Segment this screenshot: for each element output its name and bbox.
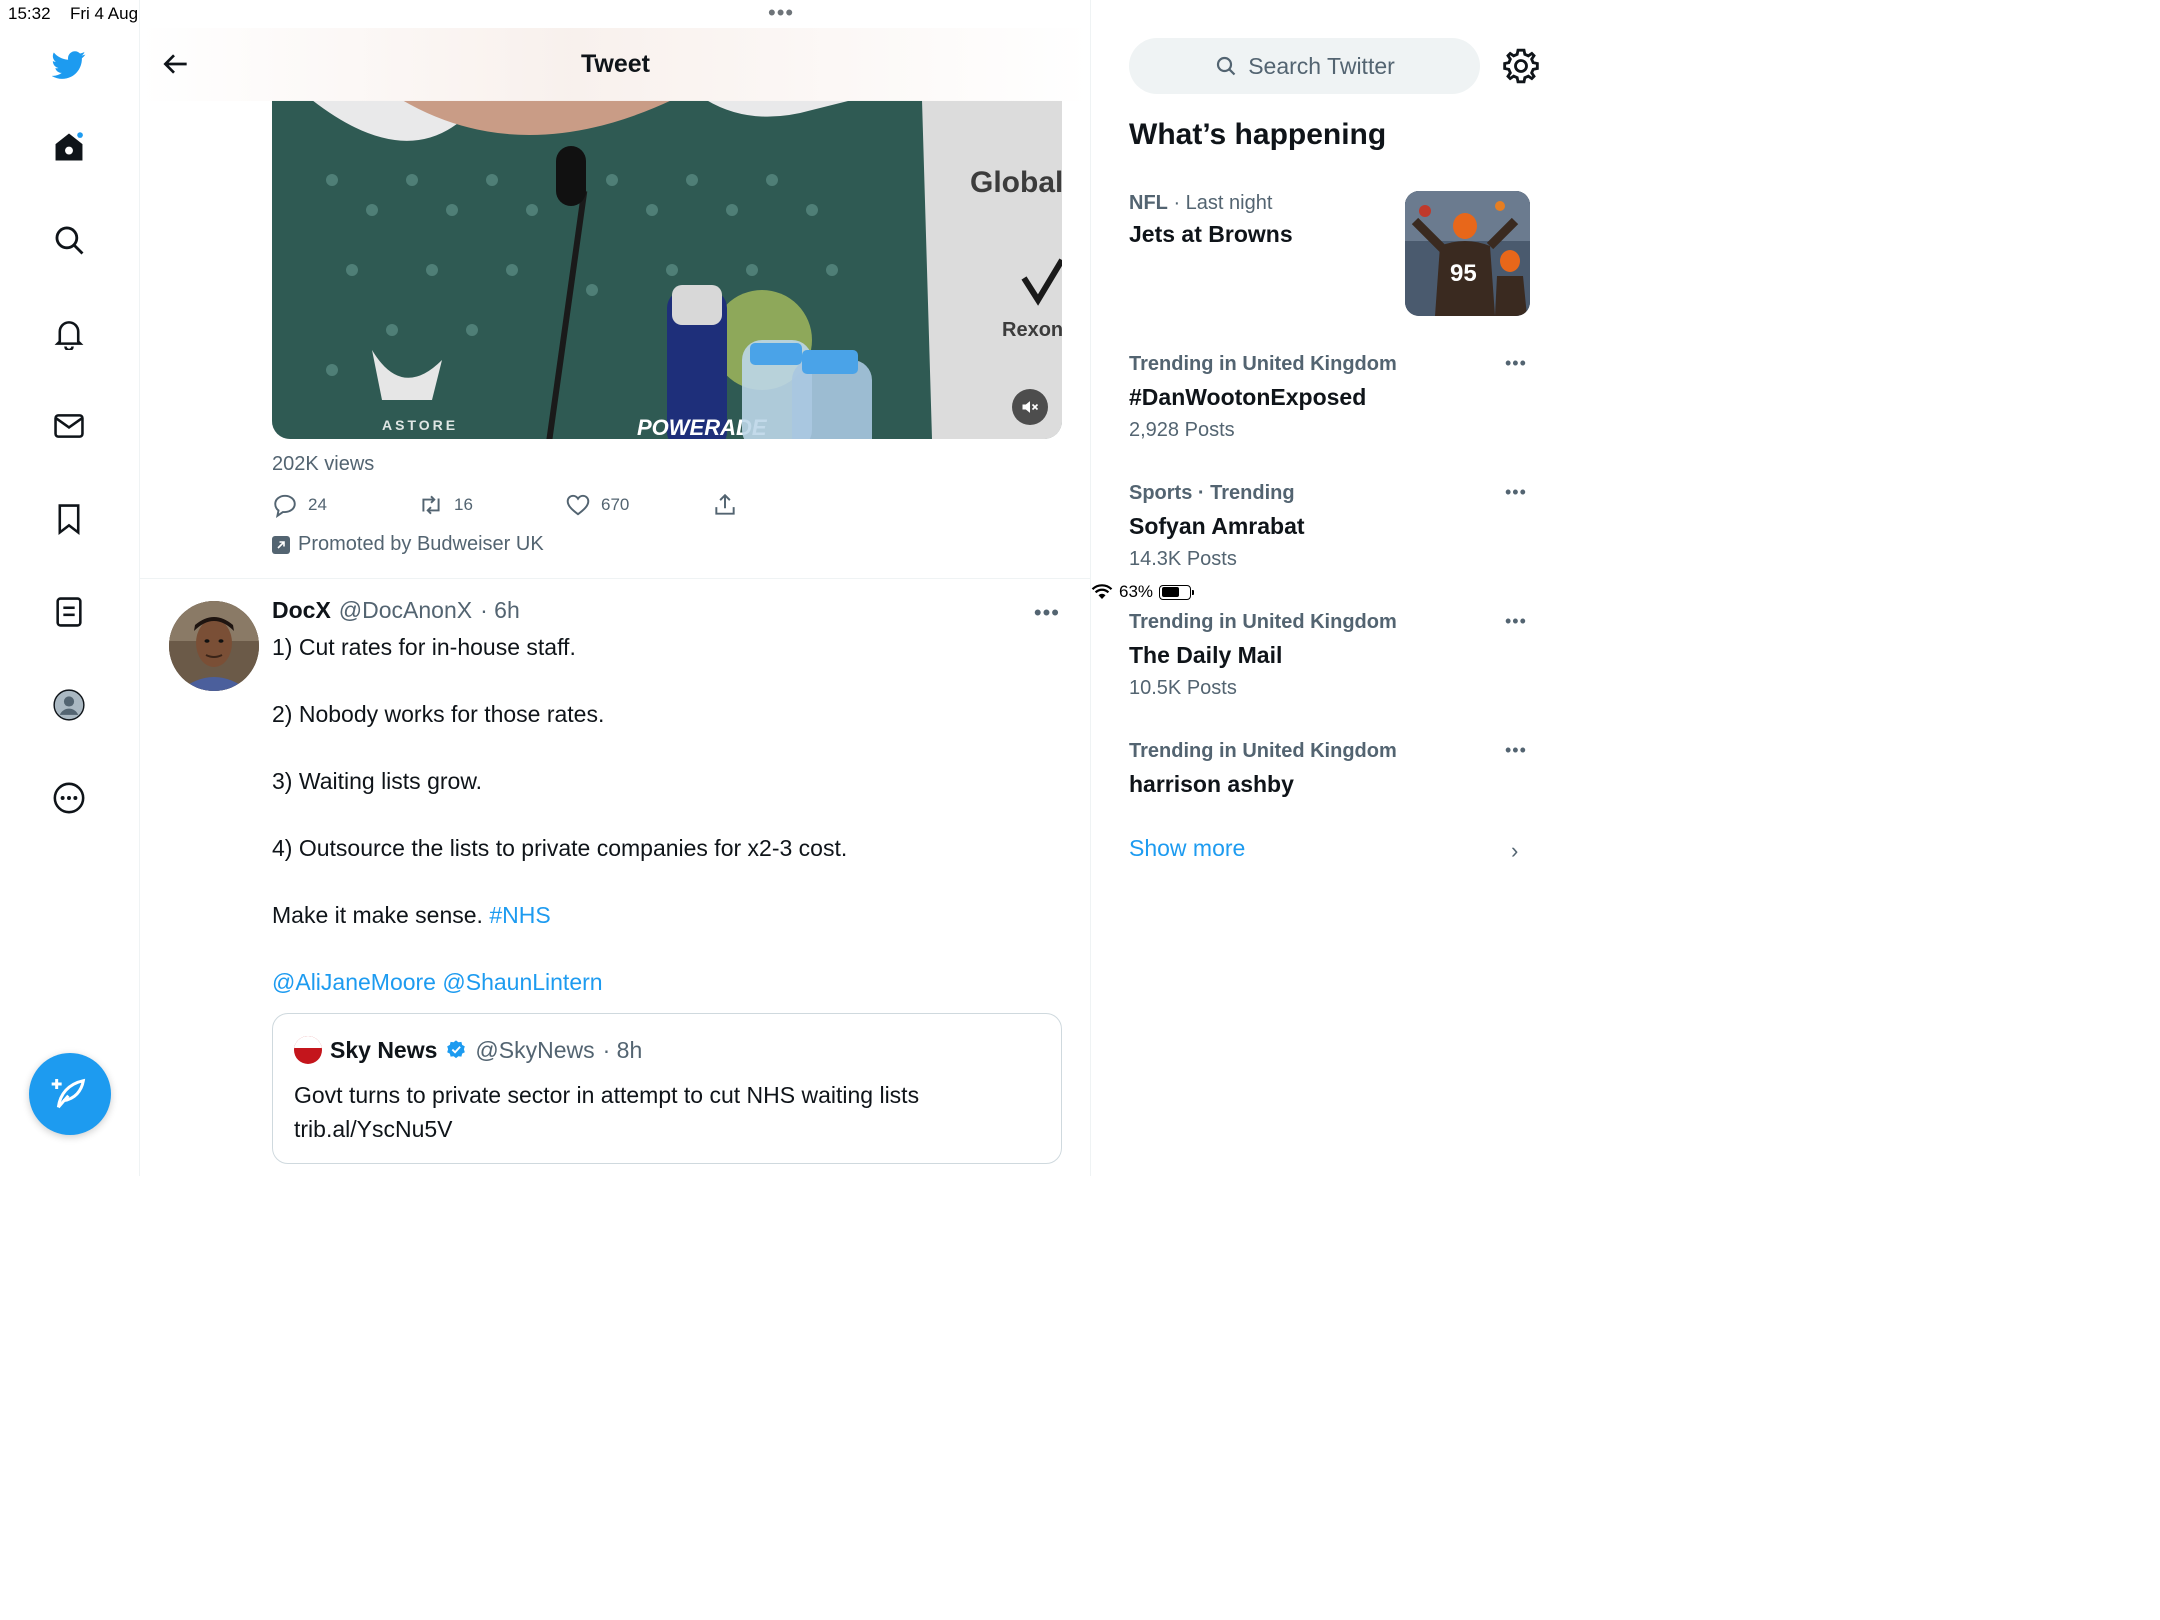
search-icon[interactable] — [50, 221, 88, 259]
quoted-tweet-text: Govt turns to private sector in attempt … — [294, 1078, 1044, 1146]
muted-speaker-icon — [1022, 401, 1039, 413]
more-options-icon[interactable] — [50, 779, 88, 817]
tweet-actions: 24 16 670 — [272, 492, 752, 520]
like-count: 670 — [601, 495, 630, 514]
jersey-number: 95 — [1450, 260, 1477, 287]
quoted-tweet-header: Sky News @SkyNews · 8h — [294, 1036, 642, 1064]
quoted-author-handle: @SkyNews — [475, 1036, 595, 1063]
trend-item[interactable]: Sports · Trending Sofyan Amrabat 14.3K P… — [1129, 482, 1529, 571]
trend-item[interactable]: Trending in United Kingdom harrison ashb… — [1129, 740, 1529, 798]
search-icon — [1217, 56, 1236, 76]
tweet-mentions: @AliJaneMoore @ShaunLintern — [272, 969, 603, 996]
author-name[interactable]: DocX — [272, 597, 331, 624]
trend-topic: The Daily Mail — [1129, 642, 1283, 668]
trend-post-count: 10.5K Posts — [1129, 677, 1237, 699]
banner-global-text: Global — [970, 166, 1062, 199]
main-column: Tweet ASTORE POWERADE Global Rexon 202K … — [140, 0, 1091, 1176]
closing-text: Make it make sense. — [272, 902, 483, 928]
tweet-more-options-icon[interactable]: ••• — [1034, 600, 1060, 626]
messages-mail-icon[interactable] — [50, 407, 88, 445]
trend-more-options-icon[interactable]: ••• — [1505, 740, 1527, 761]
tweet-text-closing: Make it make sense. #NHS — [272, 902, 551, 929]
shirt-brand-text: ASTORE — [382, 417, 458, 433]
trend-more-options-icon[interactable]: ••• — [1505, 353, 1527, 374]
promoted-video[interactable]: ASTORE POWERADE Global Rexona — [272, 100, 1062, 439]
banner-rexona-text: Rexona — [1002, 319, 1062, 341]
bookmark-icon[interactable] — [50, 500, 88, 538]
tweet-author-row: DocX @DocAnonX · 6h — [272, 597, 520, 624]
verified-badge-icon — [447, 1040, 466, 1059]
promoted-label[interactable]: Promoted by Budweiser UK — [272, 533, 544, 556]
share-button[interactable] — [712, 492, 738, 518]
trend-category: Trending in United Kingdom — [1129, 740, 1397, 762]
settings-gear-icon[interactable] — [1501, 46, 1541, 86]
search-placeholder: Search Twitter — [1248, 52, 1395, 79]
page-title: Tweet — [581, 50, 650, 78]
home-icon[interactable] — [50, 128, 88, 166]
tweet-time[interactable]: · 6h — [480, 597, 520, 624]
reply-icon — [274, 494, 296, 518]
sky-news-logo-icon — [294, 1036, 322, 1064]
show-more-link[interactable]: Show more — [1129, 835, 1245, 862]
notifications-bell-icon[interactable] — [50, 314, 88, 352]
trend-category: NFL — [1129, 192, 1168, 214]
mention-link[interactable]: @ShaunLintern — [442, 969, 602, 995]
hashtag-link[interactable]: #NHS — [489, 902, 550, 928]
trend-item[interactable]: Trending in United Kingdom #DanWootonExp… — [1129, 353, 1529, 442]
tweet-text-line: 4) Outsource the lists to private compan… — [272, 835, 848, 861]
quoted-text-line: Govt turns to private sector in attempt … — [294, 1082, 920, 1108]
retweet-count: 16 — [454, 495, 473, 514]
divider — [140, 578, 1090, 579]
trend-post-count: 14.3K Posts — [1129, 548, 1237, 570]
trend-topic: Sofyan Amrabat — [1129, 513, 1305, 539]
avatar[interactable] — [169, 601, 259, 691]
promoted-icon — [272, 535, 290, 554]
trend-category: Sports — [1129, 482, 1193, 504]
view-count: 202K views — [272, 453, 375, 475]
tweet-text-line: 1) Cut rates for in-house staff. — [272, 634, 576, 660]
tweet-text-line: 3) Waiting lists grow. — [272, 768, 483, 794]
trend-item[interactable]: Trending in United Kingdom The Daily Mai… — [1129, 611, 1529, 700]
retweet-icon — [422, 495, 440, 515]
trend-thumbnail[interactable]: 95 — [1405, 191, 1530, 316]
heart-icon — [566, 494, 590, 516]
left-nav — [0, 0, 140, 1176]
quoted-tweet[interactable]: Sky News @SkyNews · 8h Govt turns to pri… — [272, 1013, 1062, 1164]
trend-post-count: 2,928 Posts — [1129, 419, 1235, 441]
profile-avatar-icon[interactable] — [50, 686, 88, 724]
lists-icon[interactable] — [50, 593, 88, 631]
tweet-text-line: 2) Nobody works for those rates. — [272, 701, 605, 727]
compose-icon — [51, 1078, 86, 1109]
right-sidebar: Search Twitter What’s happening NFL · La… — [1091, 0, 1566, 1176]
video-frame: ASTORE POWERADE Global Rexona — [272, 100, 1062, 439]
trend-more-options-icon[interactable]: ••• — [1505, 611, 1527, 632]
mute-toggle-button[interactable] — [1012, 389, 1048, 425]
author-handle[interactable]: @DocAnonX — [339, 597, 472, 624]
twitter-logo-icon[interactable] — [50, 46, 88, 84]
compose-tweet-button[interactable] — [29, 1053, 111, 1135]
football-photo: 95 — [1405, 191, 1530, 316]
like-button[interactable]: 670 — [565, 492, 629, 518]
share-icon — [715, 493, 735, 515]
trend-category: Trending in United Kingdom — [1129, 611, 1397, 633]
trend-context: · Trending — [1197, 482, 1295, 504]
avatar-image — [169, 601, 259, 691]
retweet-button[interactable]: 16 — [418, 492, 473, 518]
reply-count: 24 — [308, 495, 327, 514]
mention-link[interactable]: @AliJaneMoore — [272, 969, 436, 995]
tweet-header: Tweet — [140, 28, 1090, 101]
quoted-author-name: Sky News — [330, 1036, 438, 1063]
quoted-tweet-time: · 8h — [602, 1036, 643, 1063]
trend-context: · Last night — [1173, 192, 1273, 214]
search-input[interactable]: Search Twitter — [1129, 38, 1480, 94]
section-title: What’s happening — [1129, 118, 1387, 151]
trend-topic: harrison ashby — [1129, 771, 1294, 797]
promoted-text: Promoted by Budweiser UK — [298, 533, 544, 555]
trend-more-options-icon[interactable]: ••• — [1505, 482, 1527, 503]
trend-topic: #DanWootonExposed — [1129, 384, 1367, 410]
chevron-right-icon: › — [1511, 838, 1519, 863]
trend-category: Trending in United Kingdom — [1129, 353, 1397, 375]
reply-button[interactable]: 24 — [272, 492, 327, 518]
quoted-text-link[interactable]: trib.al/YscNu5V — [294, 1112, 1044, 1146]
